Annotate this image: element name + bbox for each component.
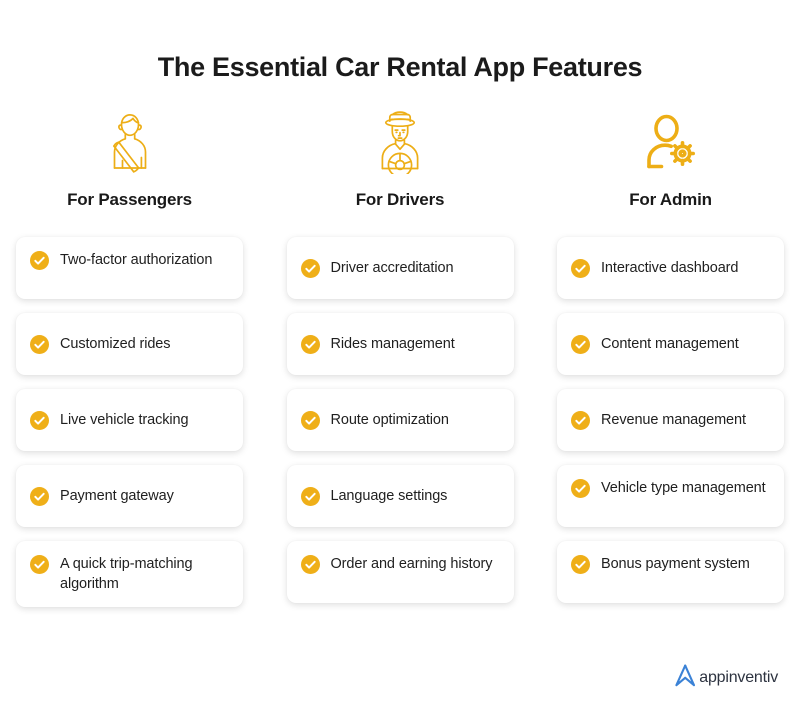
check-circle-icon [571,555,590,575]
feature-columns: For Passengers Two-factor authorization … [0,105,800,608]
check-circle-icon [30,486,49,506]
column-title-passengers: For Passengers [67,190,192,210]
feature-list-admin: Interactive dashboard Content management… [557,237,784,604]
check-circle-icon [30,410,49,430]
feature-label: A quick trip-matching algorithm [60,556,193,593]
admin-person-gear-icon [557,105,784,177]
feature-label: Driver accreditation [330,260,454,277]
feature-card[interactable]: Customized rides [16,313,243,376]
check-circle-icon [30,555,49,575]
check-circle-icon [300,410,320,430]
feature-label: Vehicle type management [601,480,766,497]
check-circle-icon [571,479,590,499]
check-circle-icon [300,555,320,575]
check-circle-icon [30,251,49,271]
feature-card[interactable]: Payment gateway [16,465,243,528]
feature-card[interactable]: Driver accreditation [286,237,514,300]
feature-card[interactable]: Language settings [286,465,514,528]
feature-label: Two-factor authorization [60,252,213,269]
column-passengers: For Passengers Two-factor authorization … [16,105,243,608]
feature-label: Payment gateway [60,488,174,505]
check-circle-icon [300,258,320,278]
feature-label: Rides management [330,336,455,353]
feature-list-passengers: Two-factor authorization Customized ride… [16,237,243,608]
feature-label: Customized rides [60,336,171,353]
column-title-admin: For Admin [629,190,712,210]
page-title: The Essential Car Rental App Features [157,52,643,83]
check-circle-icon [571,410,590,430]
brand-logo-text: appinventiv [699,668,778,686]
feature-list-drivers: Driver accreditation Rides management Ro… [286,237,514,604]
brand-logo[interactable]: appinventiv [674,663,778,692]
feature-card[interactable]: Content management [557,313,784,376]
infographic-page: The Essential Car Rental App Features Fo… [0,18,800,710]
column-drivers: For Drivers Driver accreditation Rides m… [286,105,514,607]
feature-card[interactable]: Rides management [286,313,514,376]
feature-card[interactable]: Route optimization [286,389,514,452]
feature-label: Route optimization [330,412,449,429]
appinventiv-arrow-logo-icon [674,663,696,692]
feature-card[interactable]: Bonus payment system [557,541,784,604]
feature-card[interactable]: A quick trip-matching algorithm [16,541,243,608]
feature-card[interactable]: Live vehicle tracking [16,389,243,452]
feature-card[interactable]: Revenue management [557,389,784,452]
feature-label: Live vehicle tracking [60,412,189,429]
check-circle-icon [571,258,590,278]
feature-label: Interactive dashboard [601,260,739,277]
column-admin: For Admin Interactive dashboard Content … [557,105,784,607]
feature-card[interactable]: Order and earning history [286,541,514,604]
feature-label: Bonus payment system [601,556,750,573]
feature-label: Content management [601,336,739,353]
feature-card[interactable]: Two-factor authorization [16,237,243,300]
driver-cap-steering-wheel-icon [287,105,514,177]
feature-label: Order and earning history [330,556,493,573]
check-circle-icon [300,334,320,354]
check-circle-icon [571,334,590,354]
feature-card[interactable]: Vehicle type management [557,465,784,528]
column-title-drivers: For Drivers [355,190,445,210]
passenger-seatbelt-icon [16,105,243,177]
feature-label: Revenue management [601,412,746,429]
feature-label: Language settings [330,488,448,505]
check-circle-icon [300,486,320,506]
feature-card[interactable]: Interactive dashboard [557,237,784,300]
check-circle-icon [30,334,49,354]
